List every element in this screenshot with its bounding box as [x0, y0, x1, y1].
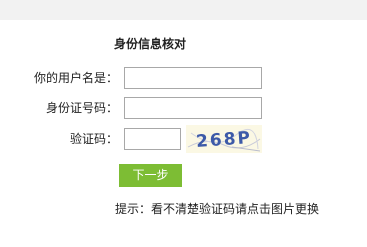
captcha-hint: 提示：看不清楚验证码请点击图片更换: [115, 202, 320, 216]
captcha-text: 268P: [195, 128, 252, 152]
captcha-label: 验证码：: [69, 132, 118, 146]
idnumber-label: 身份证号码：: [45, 101, 118, 115]
username-label: 你的用户名是：: [33, 71, 118, 85]
captcha-input[interactable]: [124, 128, 181, 150]
idnumber-input[interactable]: [124, 97, 262, 119]
next-step-button[interactable]: 下一步: [119, 164, 182, 187]
form-title: 身份信息核对: [113, 37, 186, 51]
username-input[interactable]: [124, 67, 262, 89]
captcha-noise-graphic: 268P: [187, 128, 261, 152]
captcha-image[interactable]: 268P: [186, 125, 262, 153]
top-band: [0, 0, 367, 20]
